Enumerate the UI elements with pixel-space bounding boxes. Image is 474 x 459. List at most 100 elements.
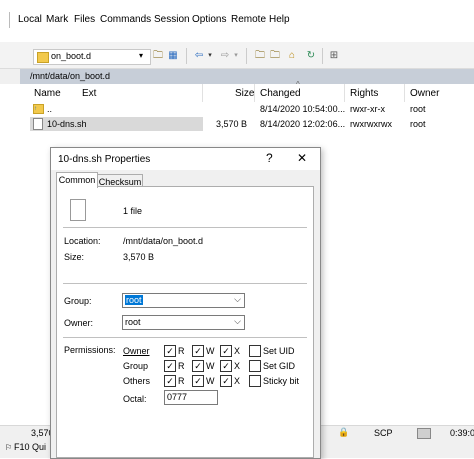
menu-session[interactable]: Session	[154, 14, 190, 25]
chevron-down-icon: ⌵	[234, 316, 241, 326]
open-folder-icon[interactable]: 🗀	[152, 50, 164, 62]
toolbar-separator	[186, 48, 187, 64]
execute-label: X	[234, 361, 241, 371]
parent-dir-icon[interactable]: 🗀	[254, 50, 266, 62]
execute-label: X	[234, 376, 241, 386]
group-read-checkbox[interactable]: ✓	[164, 360, 176, 372]
divider	[63, 227, 307, 228]
group-value: root	[125, 295, 143, 305]
session-time: 0:39:0	[450, 428, 474, 438]
menu-mark[interactable]: Mark	[46, 14, 68, 25]
column-separator	[254, 84, 255, 102]
group-dropdown[interactable]: root ⌵	[122, 293, 245, 308]
column-name[interactable]: Name	[34, 88, 61, 99]
home-icon[interactable]: ⌂	[286, 50, 298, 62]
quit-hint[interactable]: F10 Qui	[14, 442, 46, 452]
file-name: 10-dns.sh	[47, 119, 87, 129]
write-label: W	[206, 376, 215, 386]
dropdown-arrow-icon[interactable]: ▾	[139, 51, 143, 60]
column-separator	[202, 84, 203, 102]
octal-label: Octal:	[123, 394, 147, 404]
group-write-checkbox[interactable]: ✓	[192, 360, 204, 372]
dialog-title: 10-dns.sh Properties	[58, 154, 151, 165]
file-name: ..	[47, 104, 53, 114]
root-dir-icon[interactable]: 🗀	[269, 50, 281, 62]
protocol-label: SCP	[374, 428, 393, 438]
connection-icon	[417, 428, 431, 439]
menu-files[interactable]: Files	[74, 14, 95, 25]
tab-common[interactable]: Common	[56, 172, 98, 188]
folder-combo-value: on_boot.d	[51, 51, 92, 61]
help-button[interactable]: ?	[266, 151, 273, 165]
execute-label: X	[234, 346, 241, 356]
forward-dropdown-icon[interactable]: ▾	[230, 50, 242, 62]
current-path: /mnt/data/on_boot.d	[30, 71, 111, 81]
file-icon	[33, 118, 43, 130]
menu-options[interactable]: Options	[192, 14, 226, 25]
size-value: 3,570 B	[123, 252, 155, 262]
write-label: W	[206, 346, 215, 356]
toolbar-separator	[246, 48, 247, 64]
permissions-label: Permissions:	[64, 345, 116, 355]
dialog-titlebar[interactable]: 10-dns.sh Properties ? ✕	[51, 148, 320, 170]
close-button[interactable]: ✕	[297, 151, 307, 165]
menu-help[interactable]: Help	[269, 14, 290, 25]
perm-row-group-label: Group	[123, 361, 149, 371]
owner-execute-checkbox[interactable]: ✓	[220, 345, 232, 357]
divider	[63, 337, 307, 338]
read-label: R	[178, 346, 185, 356]
owner-label: Owner:	[64, 318, 94, 328]
size-label: Size:	[64, 252, 85, 262]
group-label: Group:	[64, 296, 92, 306]
left-panel-edge	[0, 69, 20, 84]
refresh-icon[interactable]: ↻	[305, 50, 317, 62]
column-rights[interactable]: Rights	[350, 88, 378, 99]
perm-row-owner-label: Owner	[123, 346, 150, 356]
owner-value: root	[125, 317, 141, 327]
divider	[63, 283, 307, 284]
location-value: /mnt/data/on_boot.d	[123, 236, 204, 246]
properties-dialog: 10-dns.sh Properties ? ✕ Common Checksum…	[50, 147, 321, 459]
back-dropdown-icon[interactable]: ▾	[204, 50, 216, 62]
file-owner: root	[410, 119, 426, 129]
lock-icon: 🔒	[338, 427, 350, 437]
menu-local[interactable]: Local	[18, 14, 42, 25]
tree-icon[interactable]: ⊞	[328, 50, 340, 62]
menu-remote[interactable]: Remote	[231, 14, 266, 25]
column-changed[interactable]: Changed	[260, 88, 301, 99]
owner-write-checkbox[interactable]: ✓	[192, 345, 204, 357]
chevron-down-icon: ⌵	[234, 294, 241, 304]
column-ext[interactable]: Ext	[82, 88, 96, 99]
read-label: R	[178, 361, 185, 371]
read-label: R	[178, 376, 185, 386]
others-execute-checkbox[interactable]: ✓	[220, 375, 232, 387]
menu-separator	[9, 12, 10, 28]
group-execute-checkbox[interactable]: ✓	[220, 360, 232, 372]
file-rights: rwxr-xr-x	[350, 104, 385, 114]
octal-input[interactable]: 0777	[164, 390, 218, 405]
column-separator	[344, 84, 345, 102]
set-gid-label: Set GID	[263, 361, 296, 371]
file-rights: rwxrwxrwx	[350, 119, 392, 129]
f10-key-icon: ⚐	[5, 443, 13, 452]
file-owner: root	[410, 104, 426, 114]
owner-dropdown[interactable]: root ⌵	[122, 315, 245, 330]
tab-panel-common: 1 file Location: /mnt/data/on_boot.d Siz…	[56, 186, 314, 458]
folder-combo[interactable]: on_boot.d ▾	[33, 49, 151, 65]
owner-read-checkbox[interactable]: ✓	[164, 345, 176, 357]
others-read-checkbox[interactable]: ✓	[164, 375, 176, 387]
sticky-bit-label: Sticky bit	[263, 376, 300, 386]
set-gid-checkbox[interactable]	[249, 360, 261, 372]
files-count: 1 file	[123, 206, 143, 216]
set-uid-label: Set UID	[263, 346, 295, 356]
sticky-bit-checkbox[interactable]	[249, 375, 261, 387]
set-uid-checkbox[interactable]	[249, 345, 261, 357]
file-changed: 8/14/2020 10:54:00...	[260, 104, 346, 114]
others-write-checkbox[interactable]: ✓	[192, 375, 204, 387]
menu-bar: Local Mark Files Commands Session Option…	[0, 0, 474, 40]
filter-icon[interactable]: ▦	[167, 50, 179, 62]
column-owner[interactable]: Owner	[410, 88, 439, 99]
menu-commands[interactable]: Commands	[100, 14, 151, 25]
file-changed: 8/14/2020 12:02:06...	[260, 119, 346, 129]
column-size[interactable]: Size	[235, 88, 254, 99]
